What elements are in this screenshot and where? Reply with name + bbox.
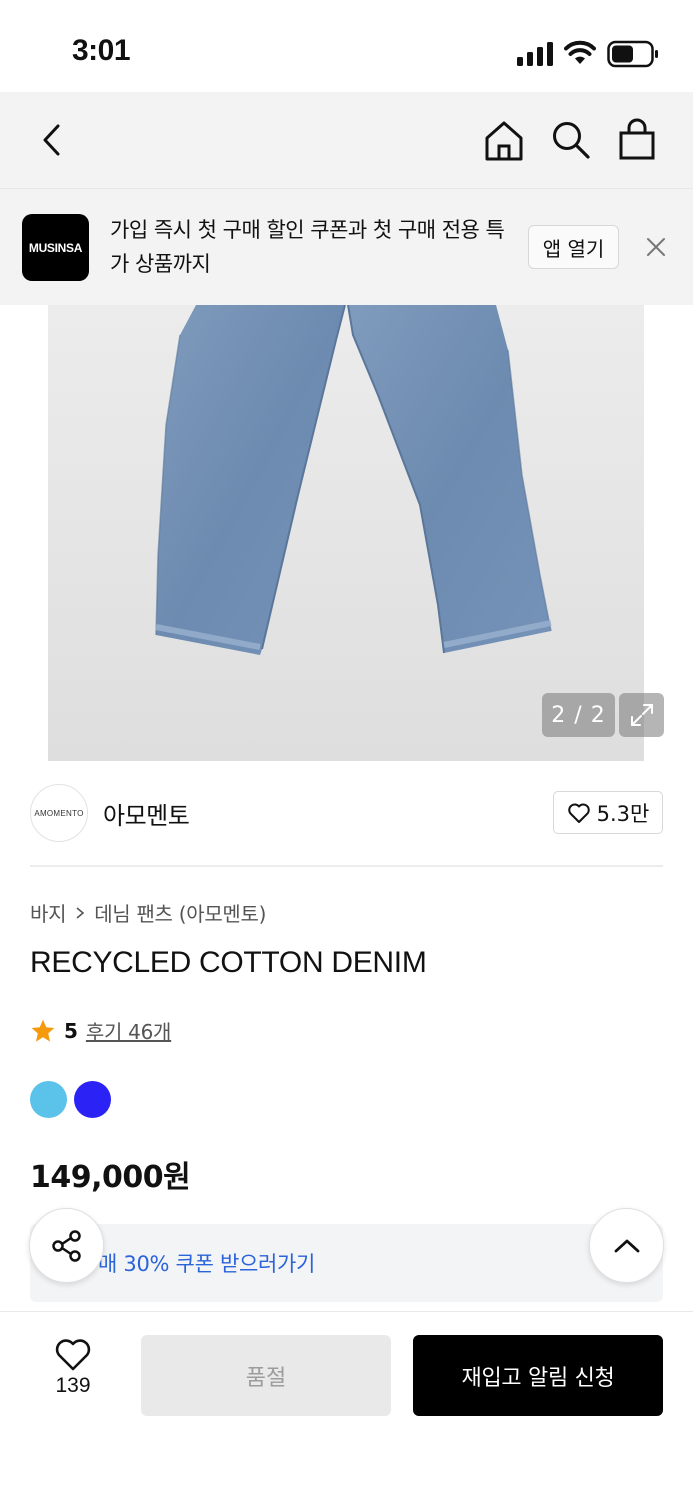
- expand-image-button[interactable]: [619, 693, 664, 737]
- restock-alert-button[interactable]: 재입고 알림 신청: [413, 1335, 663, 1416]
- brand-name[interactable]: 아모멘토: [103, 796, 190, 831]
- coupon-text: 매 30% 쿠폰 받으러가기: [98, 1252, 316, 1276]
- status-time: 3:01: [72, 34, 131, 67]
- chevron-right-icon: [76, 906, 85, 919]
- expand-icon: [630, 704, 653, 726]
- musinsa-logo: MUSINSA: [22, 214, 89, 281]
- app-download-banner: MUSINSA 가입 즉시 첫 구매 할인 쿠폰과 첫 구매 전용 특가 상품까…: [0, 189, 693, 305]
- heart-icon: [567, 803, 590, 823]
- banner-message: 가입 즉시 첫 구매 할인 쿠폰과 첫 구매 전용 특가 상품까지: [110, 218, 505, 276]
- search-icon[interactable]: [551, 120, 591, 160]
- shopping-bag-icon[interactable]: [618, 118, 656, 160]
- share-icon: [51, 1229, 81, 1262]
- wifi-icon: [564, 40, 596, 64]
- heart-icon: [55, 1339, 91, 1371]
- product-like-count: 139: [55, 1374, 91, 1397]
- product-title: RECYCLED COTTON DENIM: [30, 946, 427, 979]
- color-swatch-light-blue[interactable]: [30, 1081, 67, 1118]
- star-icon: [31, 1019, 55, 1042]
- image-counter: 2 / 2: [542, 693, 615, 737]
- soldout-button: 품절: [141, 1335, 391, 1416]
- back-icon[interactable]: [36, 120, 70, 160]
- rating-row: 5 후기 46개: [30, 1016, 171, 1045]
- status-bar: 3:01: [0, 0, 693, 92]
- product-like-button[interactable]: 139: [40, 1338, 106, 1404]
- rating-value: 5: [64, 1018, 78, 1043]
- brand-like-button[interactable]: 5.3만: [553, 791, 663, 834]
- close-icon[interactable]: [644, 235, 668, 259]
- top-nav-bar: [0, 92, 693, 189]
- breadcrumb: 바지 데님 팬츠 (아모멘토): [30, 898, 266, 927]
- divider: [30, 865, 663, 867]
- open-app-button[interactable]: 앱 열기: [528, 225, 619, 269]
- brand-logo[interactable]: AMOMENTO: [30, 784, 88, 842]
- breadcrumb-subcategory[interactable]: 데님 팬츠 (아모멘토): [94, 898, 266, 927]
- cellular-signal-icon: [517, 42, 553, 66]
- reviews-link[interactable]: 후기 46개: [86, 1016, 172, 1045]
- chevron-up-icon: [614, 1239, 639, 1252]
- color-swatch-blue[interactable]: [74, 1081, 111, 1118]
- bottom-purchase-bar: 139 품절 재입고 알림 신청: [0, 1311, 693, 1500]
- product-gallery: 2 / 2: [0, 305, 693, 761]
- brand-like-count: 5.3만: [596, 801, 650, 826]
- coupon-banner[interactable]: 매 30% 쿠폰 받으러가기: [30, 1224, 663, 1302]
- battery-icon: [607, 40, 658, 68]
- price: 149,000원: [30, 1160, 191, 1195]
- home-icon[interactable]: [484, 120, 524, 162]
- breadcrumb-category[interactable]: 바지: [30, 898, 67, 927]
- share-button[interactable]: [29, 1208, 104, 1283]
- scroll-to-top-button[interactable]: [589, 1208, 664, 1283]
